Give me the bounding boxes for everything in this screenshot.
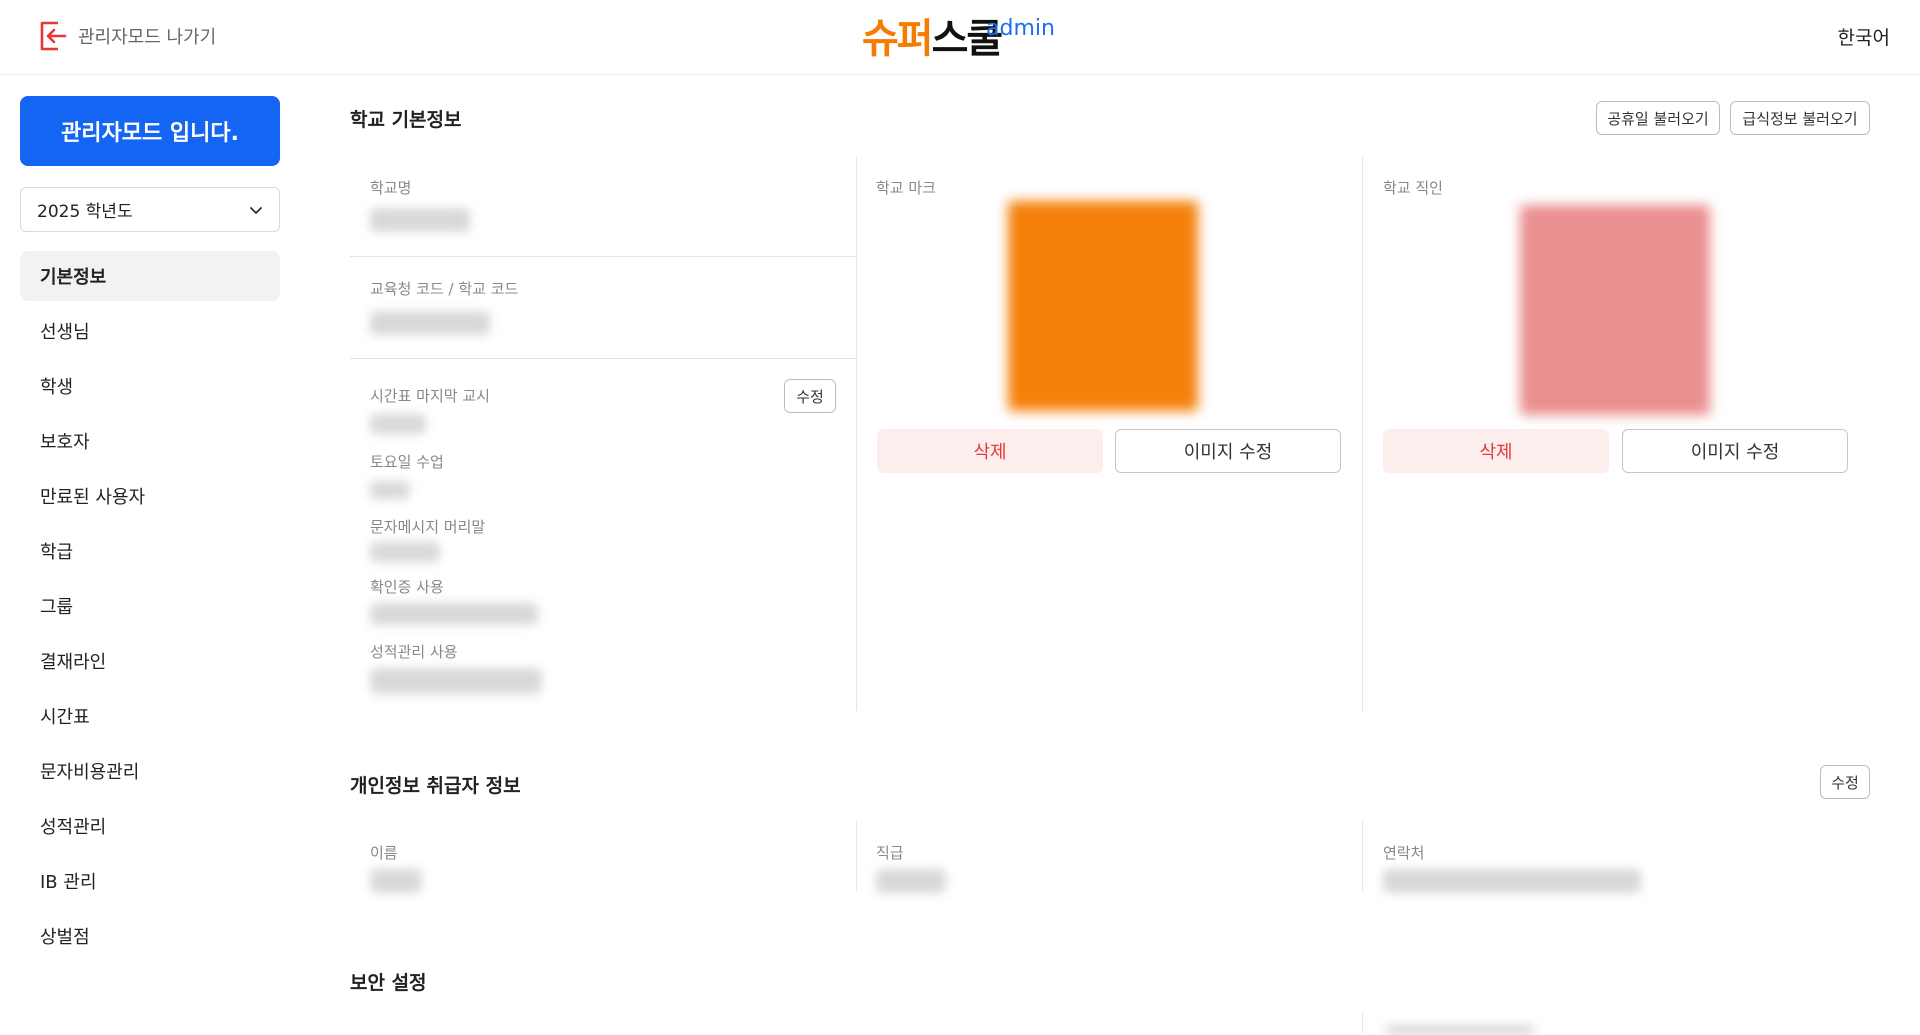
handler-contact-label: 연락처	[1383, 844, 1425, 862]
certificate-use-label: 확인증 사용	[370, 578, 444, 596]
school-name-label: 학교명	[370, 179, 412, 197]
school-mark-label: 학교 마크	[876, 179, 936, 197]
chevron-down-icon	[250, 206, 262, 214]
certificate-use-value-redacted	[370, 603, 538, 625]
school-info-title: 학교 기본정보	[350, 109, 462, 131]
sms-header-label: 문자메시지 머리말	[370, 518, 486, 536]
logo-wordmark: 슈퍼스쿨	[862, 16, 1003, 62]
sidebar-item-expired-users[interactable]: 만료된 사용자	[20, 471, 280, 521]
sidebar-nav: 기본정보 선생님 학생 보호자 만료된 사용자 학급 그룹 결재라인 시간표 문…	[20, 251, 280, 961]
load-meal-info-button[interactable]: 급식정보 불러오기	[1730, 101, 1870, 135]
grade-management-value-redacted	[370, 668, 542, 694]
office-school-code-label: 교육청 코드 / 학교 코드	[370, 280, 519, 298]
sidebar-item-guardians[interactable]: 보호자	[20, 416, 280, 466]
exit-admin-mode-label: 관리자모드 나가기	[78, 27, 217, 48]
column-divider	[1362, 821, 1363, 891]
school-mark-image	[1008, 201, 1198, 411]
last-period-label: 시간표 마지막 교시	[370, 387, 490, 405]
admin-mode-banner: 관리자모드 입니다.	[20, 96, 280, 166]
school-mark-delete-button[interactable]: 삭제	[877, 429, 1103, 473]
handler-position-label: 직급	[876, 844, 904, 862]
handler-name-label: 이름	[370, 844, 398, 862]
sidebar: 관리자모드 입니다. 2025 학년도 기본정보 선생님 학생 보호자 만료된 …	[20, 96, 280, 966]
sidebar-item-sms-cost[interactable]: 문자비용관리	[20, 746, 280, 796]
handler-position-value-redacted	[876, 869, 946, 893]
school-name-value-redacted	[370, 208, 470, 232]
logo: 슈퍼스쿨 admin	[862, 2, 1062, 72]
sidebar-item-grades[interactable]: 성적관리	[20, 801, 280, 851]
main-content: 학교 기본정보 공휴일 불러오기 급식정보 불러오기 학교명 교육청 코드 / …	[350, 75, 1870, 1035]
handler-name-value-redacted	[370, 869, 422, 893]
handler-contact-value-redacted	[1383, 869, 1641, 893]
top-bar: 관리자모드 나가기 슈퍼스쿨 admin 한국어	[0, 0, 1920, 75]
office-school-code-value-redacted	[370, 311, 490, 335]
saturday-class-label: 토요일 수업	[370, 453, 444, 471]
column-divider	[856, 821, 857, 891]
sidebar-item-ib[interactable]: IB 관리	[20, 856, 280, 906]
divider	[350, 358, 856, 359]
sidebar-item-approval-line[interactable]: 결재라인	[20, 636, 280, 686]
school-year-value: 2025 학년도	[37, 202, 133, 222]
school-seal-image	[1520, 205, 1710, 415]
sidebar-item-merit-points[interactable]: 상벌점	[20, 911, 280, 961]
privacy-handler-edit-button[interactable]: 수정	[1820, 765, 1870, 799]
sidebar-item-timetable[interactable]: 시간표	[20, 691, 280, 741]
column-divider	[856, 157, 857, 711]
school-seal-label: 학교 직인	[1383, 179, 1443, 197]
column-divider	[1362, 1013, 1363, 1033]
last-period-value-redacted	[370, 414, 426, 434]
security-settings-title: 보안 설정	[350, 972, 427, 994]
logo-admin-label: admin	[986, 16, 1055, 41]
privacy-handler-title: 개인정보 취급자 정보	[350, 775, 521, 797]
divider	[350, 256, 856, 257]
grade-management-label: 성적관리 사용	[370, 643, 458, 661]
sidebar-item-groups[interactable]: 그룹	[20, 581, 280, 631]
saturday-class-value-redacted	[370, 481, 410, 499]
language-selector[interactable]: 한국어	[1838, 23, 1890, 50]
school-seal-delete-button[interactable]: 삭제	[1383, 429, 1609, 473]
column-divider	[1362, 157, 1363, 711]
school-mark-edit-image-button[interactable]: 이미지 수정	[1115, 429, 1341, 473]
school-seal-edit-image-button[interactable]: 이미지 수정	[1622, 429, 1848, 473]
sms-header-value-redacted	[370, 542, 440, 562]
sidebar-item-classes[interactable]: 학급	[20, 526, 280, 576]
security-option-label-cut-off	[1385, 1025, 1535, 1035]
exit-icon	[40, 21, 67, 51]
sidebar-item-students[interactable]: 학생	[20, 361, 280, 411]
school-info-edit-button[interactable]: 수정	[784, 379, 836, 413]
school-year-select[interactable]: 2025 학년도	[20, 187, 280, 232]
sidebar-item-teachers[interactable]: 선생님	[20, 306, 280, 356]
exit-admin-mode-button[interactable]: 관리자모드 나가기	[38, 20, 216, 52]
sidebar-item-basic-info[interactable]: 기본정보	[20, 251, 280, 301]
load-holidays-button[interactable]: 공휴일 불러오기	[1596, 101, 1720, 135]
